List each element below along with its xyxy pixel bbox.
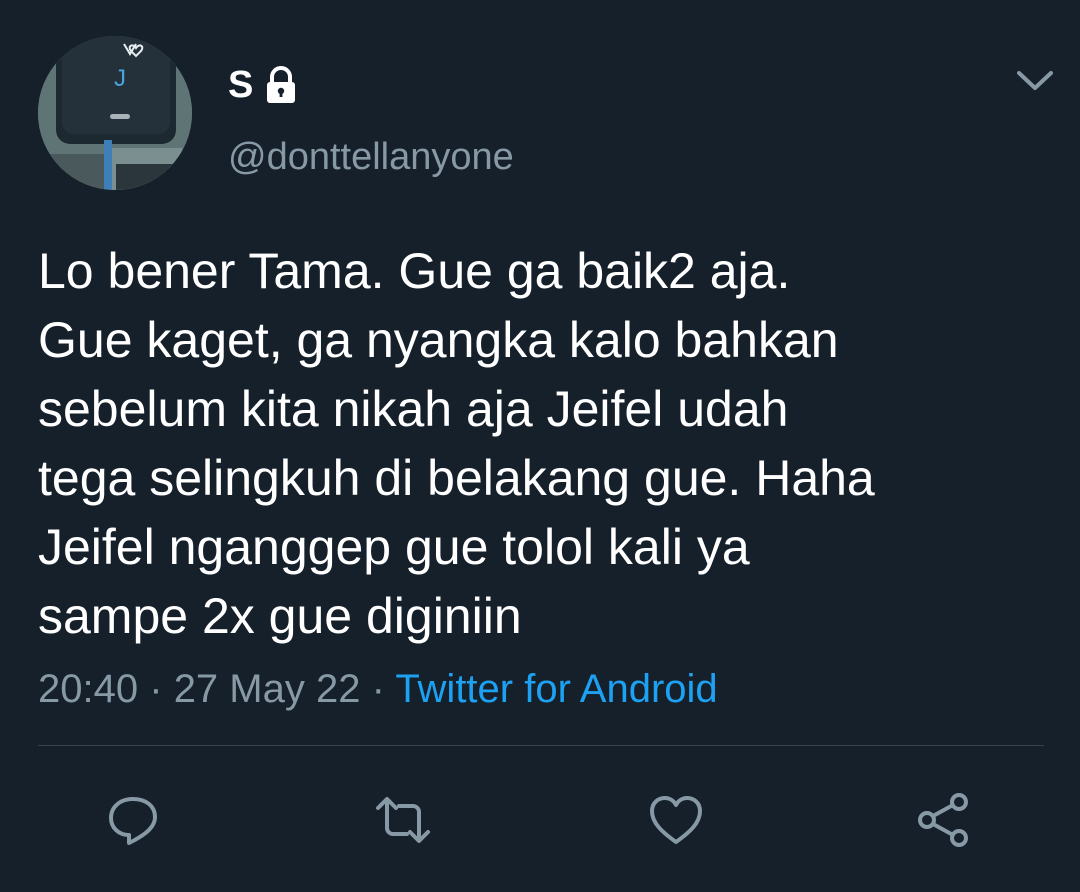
retweet-icon: [376, 797, 430, 843]
tweet-text: Lo bener Tama. Gue ga baik2 aja. Gue kag…: [38, 243, 875, 644]
svg-text:J: J: [114, 65, 126, 92]
avatar[interactable]: J: [38, 36, 192, 190]
heart-icon: [650, 796, 702, 844]
display-name-row: S: [228, 62, 301, 108]
tweet-source-link[interactable]: Twitter for Android: [395, 667, 717, 711]
meta-separator: ·: [149, 667, 163, 711]
retweet-button[interactable]: [373, 790, 433, 850]
reply-button[interactable]: [103, 790, 163, 850]
share-button[interactable]: [913, 790, 973, 850]
chevron-down-icon[interactable]: [1014, 66, 1056, 96]
tweet-date: 27 May 22: [173, 667, 361, 711]
share-icon: [918, 793, 968, 847]
lock-icon: [261, 65, 301, 105]
tweet-meta: 20:40 · 27 May 22 · Twitter for Android: [38, 664, 718, 714]
tweet-time: 20:40: [38, 667, 139, 711]
display-name[interactable]: S: [228, 62, 253, 108]
reply-icon: [109, 797, 157, 845]
like-button[interactable]: [646, 790, 706, 850]
avatar-keyboard-key-image: J: [38, 36, 192, 190]
meta-separator: ·: [371, 667, 385, 711]
divider: [38, 745, 1044, 746]
handle[interactable]: @donttellanyone: [228, 134, 514, 180]
